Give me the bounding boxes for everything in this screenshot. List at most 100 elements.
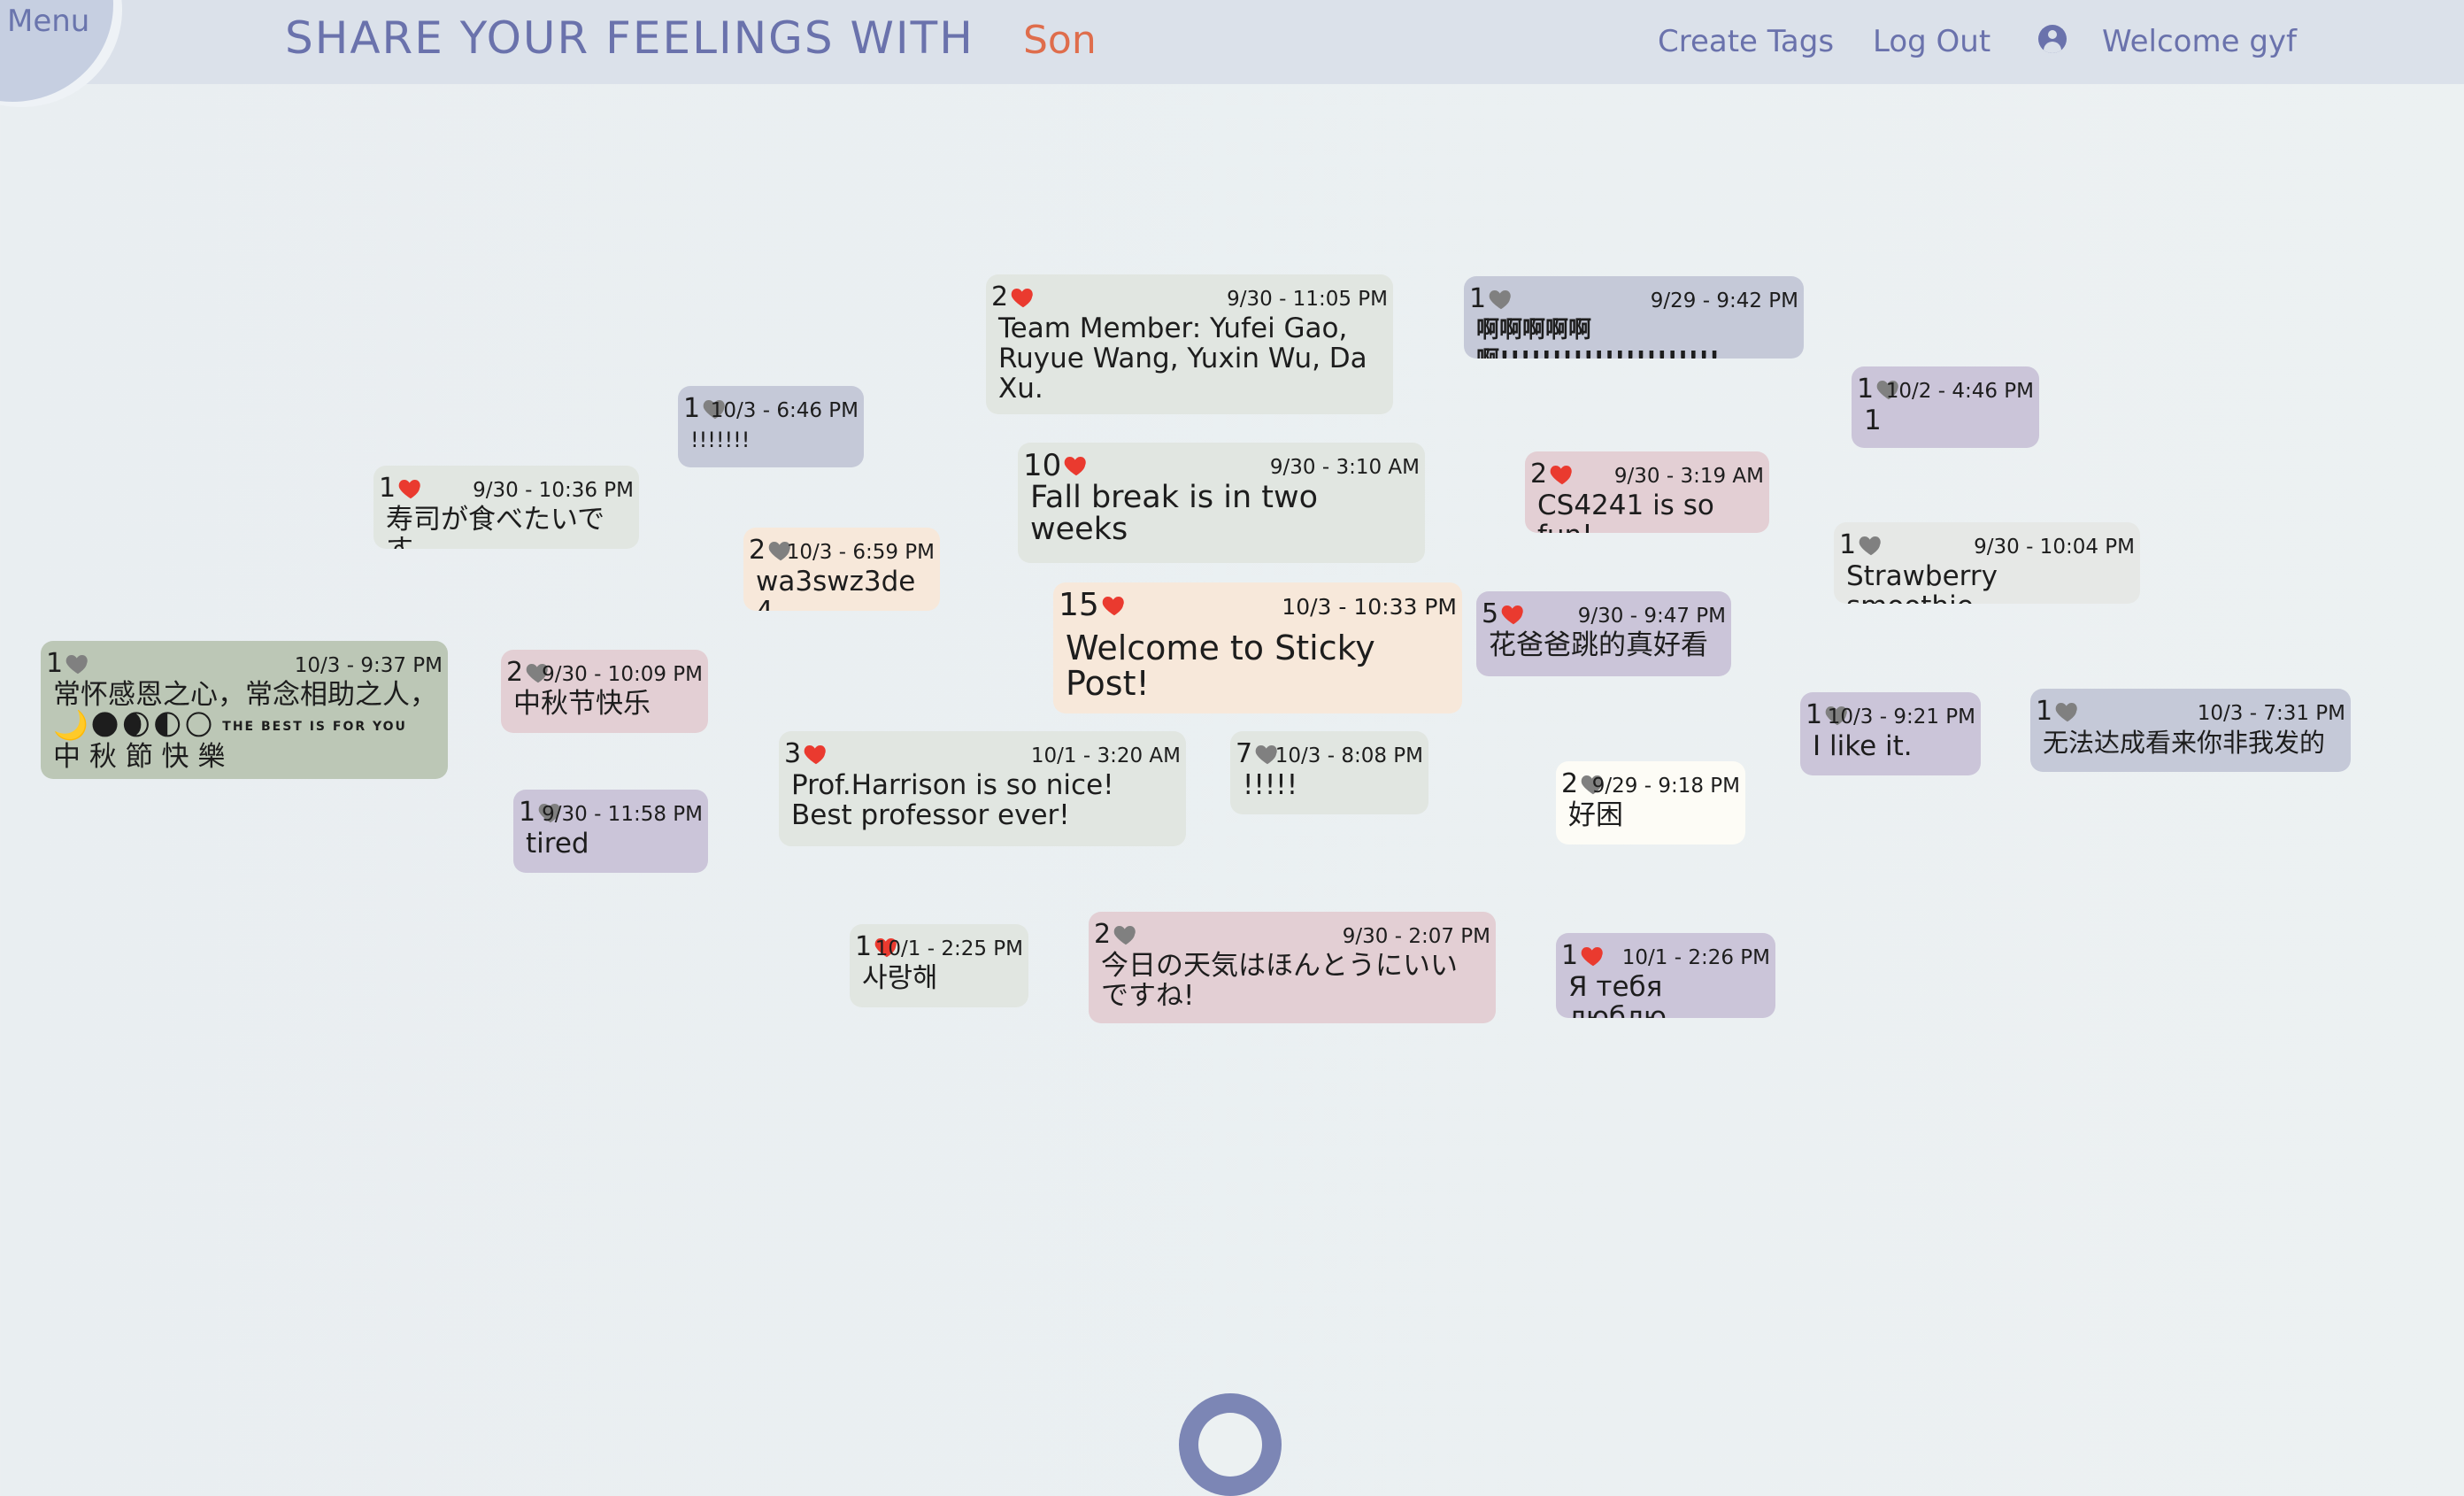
note-text: Fall break is in two weeks bbox=[1030, 480, 1319, 547]
post-time: 10/3 - 8:08 PM bbox=[1274, 744, 1423, 767]
sticky-note[interactable]: 1 9/30 - 10:04 PM Strawberry smoothie bbox=[1834, 522, 2140, 604]
like-count[interactable]: 5 bbox=[1482, 600, 1527, 628]
note-text: I like it. bbox=[1813, 730, 1913, 762]
note-text: 常怀感恩之心，常念相助之人， bbox=[53, 679, 437, 711]
sticky-note[interactable]: 15 10/3 - 10:33 PM Welcome to Sticky Post… bbox=[1053, 582, 1462, 713]
heart-icon[interactable] bbox=[2054, 698, 2081, 725]
note-text: CS4241 is so fun! bbox=[1537, 490, 1714, 533]
sticky-note[interactable]: 2 9/30 - 11:05 PM Team Member: Yufei Gao,… bbox=[986, 274, 1393, 414]
note-text: 1 bbox=[1864, 405, 1882, 436]
sticky-note[interactable]: 1 9/29 - 9:42 PM 啊啊啊啊啊啊!!!!!!!!!!!!!!!!!!… bbox=[1464, 276, 1804, 359]
note-text: 寿司が食べたいです bbox=[386, 504, 605, 549]
post-time: 9/29 - 9:18 PM bbox=[1591, 775, 1740, 798]
post-time: 9/30 - 11:58 PM bbox=[542, 803, 703, 826]
like-count[interactable]: 1 bbox=[1469, 285, 1514, 313]
post-time: 9/30 - 10:36 PM bbox=[473, 479, 634, 502]
note-text: Team Member: Yufei Gao, Ruyue Wang, Yuxi… bbox=[998, 312, 1367, 405]
heart-icon[interactable] bbox=[397, 475, 424, 502]
like-count[interactable]: 1 bbox=[46, 650, 91, 678]
sticky-note[interactable]: 1 10/1 - 2:25 PM 사랑해 bbox=[850, 924, 1028, 1007]
like-count[interactable]: 2 bbox=[1530, 460, 1575, 489]
note-text: Strawberry smoothie bbox=[1846, 560, 1998, 604]
post-time: 9/30 - 3:10 AM bbox=[1269, 456, 1420, 479]
post-time: 9/30 - 11:05 PM bbox=[1227, 288, 1388, 311]
like-count[interactable]: 1 bbox=[1839, 531, 1884, 559]
like-count[interactable]: 15 bbox=[1059, 590, 1128, 621]
sticky-note[interactable]: 1 10/3 - 9:37 PM 常怀感恩之心，常念相助之人， 🌙🌑🌒🌓🌕 THE … bbox=[41, 641, 448, 779]
like-count[interactable]: 10 bbox=[1023, 451, 1090, 481]
note-text: !!!!!!! bbox=[690, 428, 751, 452]
sticky-note[interactable]: 1 10/3 - 7:31 PM 无法达成看来你非我发的 bbox=[2030, 689, 2351, 772]
post-time: 10/1 - 3:20 AM bbox=[1030, 744, 1181, 767]
like-count[interactable]: 7 bbox=[1236, 740, 1281, 768]
heart-icon[interactable] bbox=[1580, 943, 1606, 969]
sticky-note[interactable]: 5 9/30 - 9:47 PM 花爸爸跳的真好看 bbox=[1476, 591, 1731, 676]
sticky-note[interactable]: 1 9/30 - 10:36 PM 寿司が食べたいです bbox=[373, 466, 639, 549]
heart-icon[interactable] bbox=[1063, 452, 1090, 479]
sticky-note[interactable]: 7 10/3 - 8:08 PM !!!!! bbox=[1230, 731, 1428, 814]
sticky-note[interactable]: 210/3 - 6:59 PM wa3swz3de4 bbox=[743, 528, 940, 611]
welcome-user-link[interactable]: Welcome gyf bbox=[2102, 24, 2297, 59]
recipient-name: Son bbox=[1023, 18, 1097, 63]
post-time: 9/30 - 10:09 PM bbox=[542, 663, 703, 686]
heart-icon[interactable] bbox=[1500, 601, 1527, 628]
moon-phases: 🌙🌑🌒🌓🌕 THE BEST IS FOR YOU bbox=[53, 710, 435, 742]
post-time: 10/2 - 4:46 PM bbox=[1885, 380, 2034, 403]
note-text-line-2: 中 秋 節 快 樂 bbox=[53, 741, 226, 773]
add-note-button-ring bbox=[1198, 1413, 1262, 1477]
post-time: 9/30 - 9:47 PM bbox=[1577, 605, 1726, 628]
note-text: 花爸爸跳的真好看 bbox=[1489, 629, 1708, 661]
heart-icon[interactable] bbox=[65, 651, 91, 677]
note-text: 啊啊啊啊啊啊!!!!!!!!!!!!!!!!!!!!! bbox=[1476, 317, 1720, 359]
like-count[interactable]: 1 bbox=[2036, 698, 2081, 726]
post-time: 9/30 - 10:04 PM bbox=[1974, 536, 2135, 559]
like-count[interactable]: 1 bbox=[1561, 942, 1606, 970]
create-tags-link[interactable]: Create Tags bbox=[1658, 24, 1834, 59]
sticky-note[interactable]: 1 9/30 - 11:58 PM tired bbox=[513, 790, 708, 873]
like-count[interactable]: 1 bbox=[379, 474, 424, 503]
top-nav-bar: Menu SHARE YOUR FEELINGS WITH Son Create… bbox=[0, 0, 2464, 102]
note-text: Я тебя люблю bbox=[1568, 971, 1667, 1018]
post-time: 10/1 - 2:25 PM bbox=[874, 937, 1023, 960]
like-count[interactable]: 2 bbox=[1094, 921, 1139, 949]
sticky-note[interactable]: 1 10/2 - 4:46 PM 1 bbox=[1852, 366, 2039, 448]
like-count[interactable]: 2 bbox=[991, 283, 1036, 312]
sticky-note[interactable]: 2 9/30 - 3:19 AM CS4241 is so fun! bbox=[1525, 451, 1769, 533]
heart-icon[interactable] bbox=[1858, 532, 1884, 559]
sticky-note[interactable]: 2 9/29 - 9:18 PM 好困 bbox=[1556, 761, 1745, 844]
note-text: tired bbox=[526, 828, 589, 860]
heart-icon[interactable] bbox=[1488, 286, 1514, 312]
heart-icon[interactable] bbox=[1113, 922, 1139, 948]
heart-icon[interactable] bbox=[1010, 284, 1036, 311]
sticky-note[interactable]: 2 9/30 - 10:09 PM 中秋节快乐 bbox=[501, 650, 708, 733]
note-text: wa3swz3de4 bbox=[756, 566, 916, 611]
log-out-link[interactable]: Log Out bbox=[1873, 24, 1990, 59]
note-text: Welcome to Sticky Post! bbox=[1066, 628, 1375, 703]
post-time: 10/3 - 6:46 PM bbox=[710, 399, 859, 422]
sticky-note[interactable]: 1 10/3 - 9:21 PM I like it. bbox=[1800, 692, 1981, 775]
like-count[interactable]: 3 bbox=[784, 740, 829, 768]
note-text: 好困 bbox=[1568, 799, 1623, 831]
sticky-note[interactable]: 3 10/1 - 3:20 AM Prof.Harrison is so nice… bbox=[779, 731, 1186, 846]
post-time: 10/3 - 6:59 PM bbox=[786, 541, 935, 564]
heart-icon[interactable] bbox=[1101, 592, 1128, 619]
note-text: 사랑해 bbox=[862, 962, 938, 994]
moon-caption: THE BEST IS FOR YOU bbox=[222, 720, 407, 734]
heart-icon[interactable] bbox=[803, 741, 829, 767]
post-time: 10/3 - 10:33 PM bbox=[1282, 594, 1457, 620]
sticky-note[interactable]: 10 9/30 - 3:10 AM Fall break is in two we… bbox=[1018, 443, 1425, 563]
site-title: SHARE YOUR FEELINGS WITH bbox=[285, 12, 974, 64]
note-text: !!!!! bbox=[1243, 769, 1298, 801]
sticky-note[interactable]: 1 10/1 - 2:26 PM Я тебя люблю bbox=[1556, 933, 1775, 1018]
post-time: 9/30 - 2:07 PM bbox=[1342, 925, 1490, 948]
sticky-note[interactable]: 1 10/3 - 6:46 PM !!!!!!! bbox=[678, 386, 864, 467]
menu-label[interactable]: Menu bbox=[7, 4, 89, 39]
note-text: Prof.Harrison is so nice! Best professor… bbox=[791, 769, 1114, 831]
heart-icon[interactable] bbox=[1549, 461, 1575, 488]
note-text: 今日の天気はほんとうにいいですね! bbox=[1101, 950, 1458, 1012]
post-time: 10/3 - 9:37 PM bbox=[294, 654, 443, 677]
add-note-button[interactable] bbox=[1179, 1393, 1282, 1496]
post-time: 10/1 - 2:26 PM bbox=[1621, 946, 1770, 969]
sticky-note[interactable]: 2 9/30 - 2:07 PM 今日の天気はほんとうにいいですね! bbox=[1089, 912, 1496, 1023]
post-time: 10/3 - 7:31 PM bbox=[2197, 702, 2345, 725]
